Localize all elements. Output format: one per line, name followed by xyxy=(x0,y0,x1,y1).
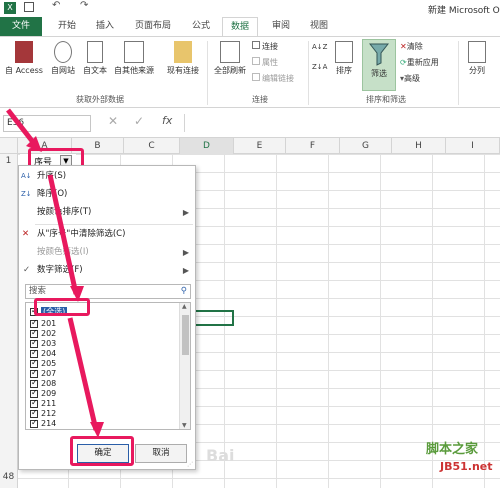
arrow-to-select-all xyxy=(47,174,79,295)
watermark-baidu: Bai xyxy=(206,446,235,465)
arrowhead xyxy=(90,422,104,438)
watermark-url: JB51.net xyxy=(440,460,493,473)
annotation-arrows xyxy=(6,108,104,438)
arrowhead xyxy=(70,286,84,302)
arrow-to-ok xyxy=(67,317,99,431)
watermark-site: 脚本之家 xyxy=(426,442,479,457)
